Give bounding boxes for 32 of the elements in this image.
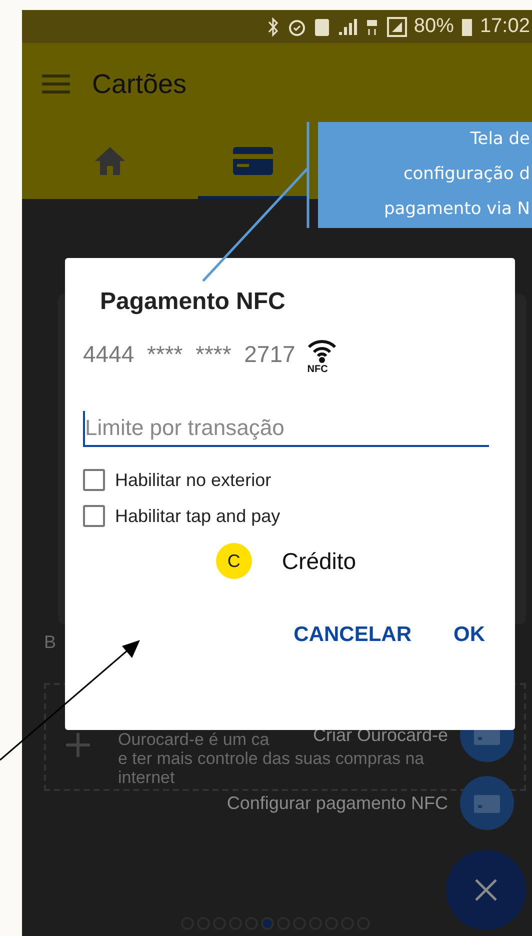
promo-text-line: e ter mais controle das suas compras na <box>118 749 424 768</box>
limit-input-field[interactable]: Limite por transação <box>83 411 489 447</box>
dialog-button[interactable]: OK <box>450 617 489 653</box>
signal-icon <box>386 16 407 36</box>
annotation-tooltip: Tela de configuração d pagamento via N <box>318 122 532 228</box>
fab-action-label[interactable]: Configurar pagamento NFC <box>226 792 448 814</box>
clock-time: 17:02 <box>480 15 530 38</box>
sim-icon <box>314 16 330 36</box>
bluetooth-icon <box>266 16 280 36</box>
app-title: Cartões <box>92 68 187 100</box>
checkbox-option[interactable]: Habilitar tap and pay <box>83 505 489 527</box>
signal-icon <box>336 16 357 36</box>
credit-card-icon <box>233 146 273 174</box>
battery-charging-icon <box>460 16 473 36</box>
home-icon <box>93 144 127 176</box>
card-type-badge: C <box>216 543 252 579</box>
checkbox-option[interactable]: Habilitar no exterior <box>83 469 489 491</box>
checkbox[interactable] <box>83 469 105 491</box>
promo-text-line: internet <box>118 768 175 787</box>
dialog-title: Pagamento NFC <box>100 288 286 316</box>
nfc-label: NFC <box>307 364 328 375</box>
section-label: B <box>44 632 56 653</box>
card-type-label: Crédito <box>282 548 356 574</box>
promo-text-line: Ourocard-e é um ca <box>118 730 270 749</box>
dialog-button[interactable]: CANCELAR <box>290 617 416 653</box>
close-icon <box>475 879 497 901</box>
checkbox-label: Habilitar no exterior <box>115 470 272 490</box>
battery-percent: 80% <box>414 15 454 38</box>
checkbox[interactable] <box>83 505 105 527</box>
plus-icon <box>66 733 90 757</box>
card-number: 4444 **** **** 2717 <box>83 341 296 368</box>
checkbox-label: Habilitar tap and pay <box>115 506 280 526</box>
